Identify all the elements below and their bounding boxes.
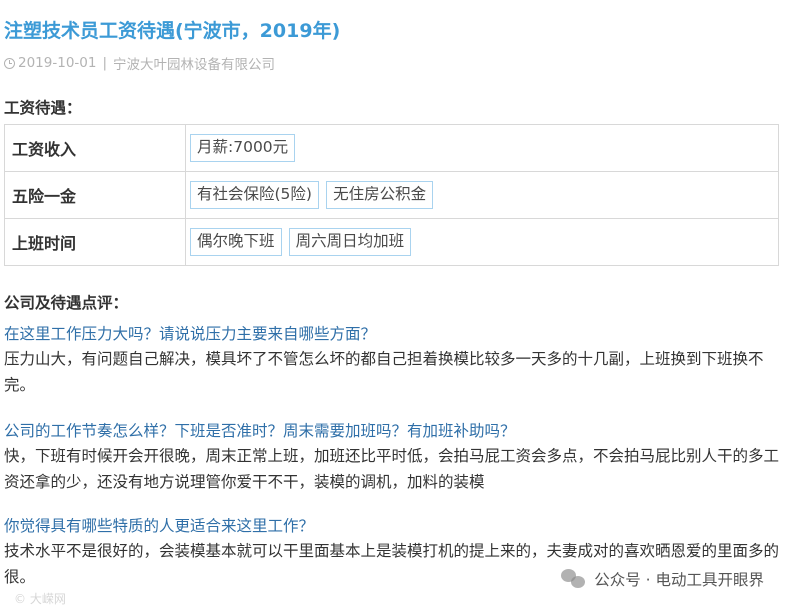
question-text: 在这里工作压力大吗？请说说压力主要来自哪些方面？ — [4, 325, 377, 343]
review-section-heading: 公司及待遇点评： — [4, 294, 129, 312]
post-date: 2019-10-01 — [18, 55, 97, 71]
qa-item: 在这里工作压力大吗？请说说压力主要来自哪些方面？ 压力山大，有问题自己解决，模具… — [4, 322, 784, 398]
table-row: 上班时间 偶尔晚下班 周六周日均加班 — [4, 218, 779, 266]
salary-table: 工资收入 月薪:7000元 五险一金 有社会保险(5险) 无住房公积金 上班时间… — [4, 124, 779, 266]
post-meta: 2019-10-01 | 宁波大叶园林设备有限公司 — [4, 53, 275, 73]
question-text: 你觉得具有哪些特质的人更适合来这里工作？ — [4, 517, 315, 535]
row-label: 五险一金 — [4, 171, 186, 219]
qa-item: 公司的工作节奏怎么样？下班是否准时？周末需要加班吗？有加班补助吗？ 快，下班有时… — [4, 419, 784, 495]
row-tags: 月薪:7000元 — [185, 124, 779, 172]
answer-text: 压力山大，有问题自己解决，模具坏了不管怎么坏的都自己担着换模比较多一天多的十几副… — [4, 350, 764, 394]
clock-icon — [4, 57, 15, 69]
work-hours-tag: 偶尔晚下班 — [190, 228, 282, 256]
question-text: 公司的工作节奏怎么样？下班是否准时？周末需要加班吗？有加班补助吗？ — [4, 422, 516, 440]
page-title: 注塑技术员工资待遇(宁波市，2019年) — [4, 20, 341, 42]
row-label: 工资收入 — [4, 124, 186, 172]
bottom-watermark: © 大嵘网 — [14, 592, 66, 606]
table-row: 五险一金 有社会保险(5险) 无住房公积金 — [4, 171, 779, 219]
row-tags: 偶尔晚下班 周六周日均加班 — [185, 218, 779, 266]
insurance-tag: 有社会保险(5险) — [190, 181, 319, 209]
salary-section-heading: 工资待遇： — [4, 99, 82, 117]
answer-text: 快，下班有时候开会开很晚，周末正常上班，加班还比平时低，会拍马屁工资会多点，不会… — [4, 447, 780, 491]
salary-tag: 月薪:7000元 — [190, 134, 296, 162]
watermark: 公众号 · 电动工具开眼界 — [561, 568, 764, 590]
table-row: 工资收入 月薪:7000元 — [4, 124, 779, 172]
row-label: 上班时间 — [4, 218, 186, 266]
company-name[interactable]: 宁波大叶园林设备有限公司 — [113, 53, 275, 73]
wechat-icon — [561, 569, 586, 589]
overtime-tag: 周六周日均加班 — [288, 228, 412, 256]
row-tags: 有社会保险(5险) 无住房公积金 — [185, 171, 779, 219]
housing-fund-tag: 无住房公积金 — [326, 181, 434, 209]
watermark-text: 公众号 · 电动工具开眼界 — [594, 571, 764, 589]
meta-separator: | — [102, 55, 108, 71]
